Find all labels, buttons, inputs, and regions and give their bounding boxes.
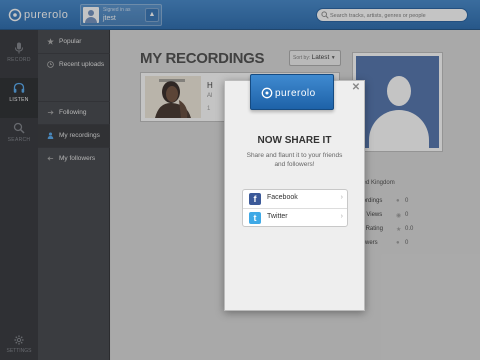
share-option-label: Twitter — [267, 213, 288, 220]
share-subtitle: Share and flaunt it to your friends and … — [246, 152, 343, 168]
modal-logo-tab: purerolo — [250, 74, 334, 110]
share-twitter-button[interactable]: t Twitter › — [243, 209, 347, 227]
share-options: f Facebook › t Twitter › — [242, 189, 348, 227]
chevron-right-icon: › — [340, 213, 343, 220]
share-title: NOW SHARE IT — [257, 135, 332, 146]
share-facebook-button[interactable]: f Facebook › — [243, 190, 347, 208]
chevron-right-icon: › — [340, 194, 343, 201]
twitter-icon: t — [249, 212, 261, 224]
logo-icon — [261, 87, 273, 99]
share-option-label: Facebook — [267, 194, 298, 201]
facebook-icon: f — [249, 193, 261, 205]
modal-logo-text: purerolo — [275, 87, 316, 99]
close-icon[interactable]: ✕ — [351, 83, 361, 93]
